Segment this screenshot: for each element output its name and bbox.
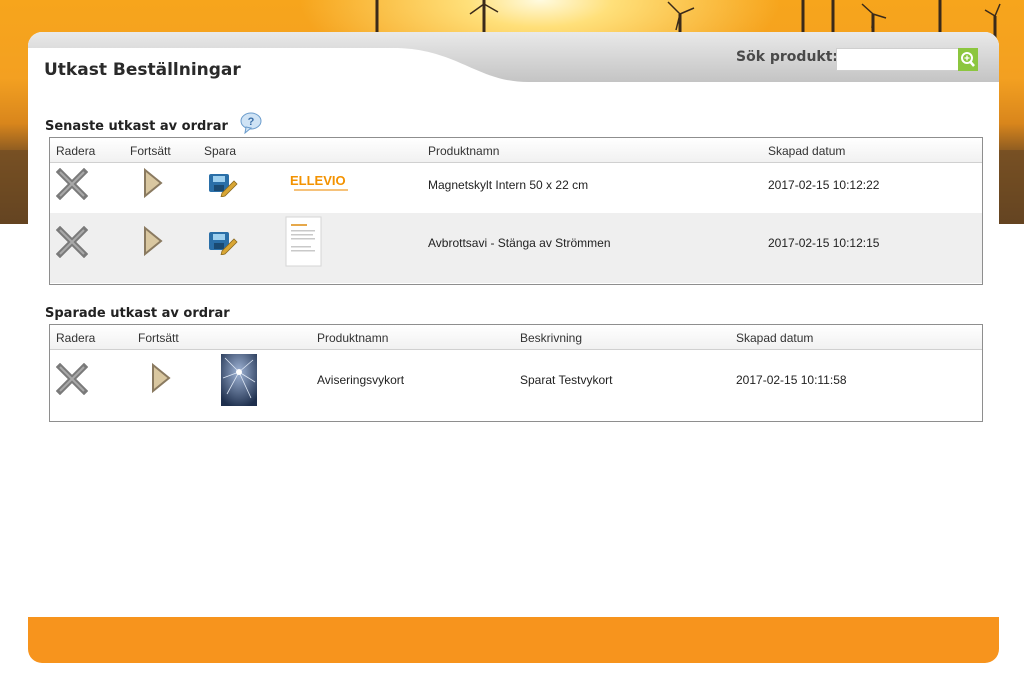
table-header: Radera Fortsätt Spara Produktnamn Skapad… — [50, 138, 982, 163]
column-header-created: Skapad datum — [768, 144, 846, 158]
column-header-continue: Fortsätt — [138, 331, 179, 345]
created-date: 2017-02-15 10:12:22 — [768, 178, 880, 192]
search-input[interactable] — [836, 48, 962, 71]
search-label: Sök produkt: — [736, 49, 839, 65]
column-header-description: Beskrivning — [520, 331, 583, 345]
page-title: Utkast Beställningar — [44, 60, 241, 80]
product-thumbnail-ellevio: ELLEVIO — [290, 173, 352, 198]
delete-x-icon[interactable] — [55, 225, 89, 263]
product-thumbnail-document — [285, 216, 323, 271]
help-bubble-icon[interactable]: ? — [240, 112, 262, 135]
column-header-save: Spara — [204, 144, 237, 158]
svg-text:?: ? — [248, 116, 255, 128]
created-date: 2017-02-15 10:12:15 — [768, 236, 880, 250]
column-header-delete: Radera — [56, 331, 96, 345]
table-row: Aviseringsvykort Sparat Testvykort 2017-… — [50, 350, 982, 420]
table-row: ELLEVIO Magnetskylt Intern 50 x 22 cm 20… — [50, 163, 982, 213]
product-name: Avbrottsavi - Stänga av Strömmen — [428, 236, 611, 250]
recent-drafts-title: Senaste utkast av ordrar — [45, 119, 228, 134]
table-row: Avbrottsavi - Stänga av Strömmen 2017-02… — [50, 213, 982, 283]
description: Sparat Testvykort — [520, 373, 613, 387]
column-header-created: Skapad datum — [736, 331, 814, 345]
search-icon — [961, 52, 975, 67]
save-disk-icon[interactable] — [208, 171, 238, 202]
recent-drafts-table: Radera Fortsätt Spara Produktnamn Skapad… — [49, 137, 983, 285]
play-arrow-icon[interactable] — [142, 225, 164, 262]
column-header-product-name: Produktnamn — [428, 144, 500, 158]
delete-x-icon[interactable] — [55, 362, 89, 400]
saved-drafts-title: Sparade utkast av ordrar — [45, 306, 230, 321]
play-arrow-icon[interactable] — [150, 362, 172, 399]
product-thumbnail-postcard — [221, 354, 257, 409]
table-header: Radera Fortsätt Produktnamn Beskrivning … — [50, 325, 982, 350]
ellevio-logo-text: ELLEVIO — [290, 173, 346, 188]
main-panel: Utkast Beställningar Sök produkt: Senast… — [28, 32, 999, 644]
column-header-continue: Fortsätt — [130, 144, 171, 158]
footer-bar — [28, 617, 999, 663]
product-name: Magnetskylt Intern 50 x 22 cm — [428, 178, 589, 192]
play-arrow-icon[interactable] — [142, 167, 164, 204]
saved-drafts-table: Radera Fortsätt Produktnamn Beskrivning … — [49, 324, 983, 422]
delete-x-icon[interactable] — [55, 167, 89, 205]
product-name: Aviseringsvykort — [317, 373, 405, 387]
save-disk-icon[interactable] — [208, 229, 238, 260]
column-header-delete: Radera — [56, 144, 96, 158]
search-button[interactable] — [958, 48, 978, 71]
column-header-product-name: Produktnamn — [317, 331, 389, 345]
created-date: 2017-02-15 10:11:58 — [736, 373, 847, 387]
